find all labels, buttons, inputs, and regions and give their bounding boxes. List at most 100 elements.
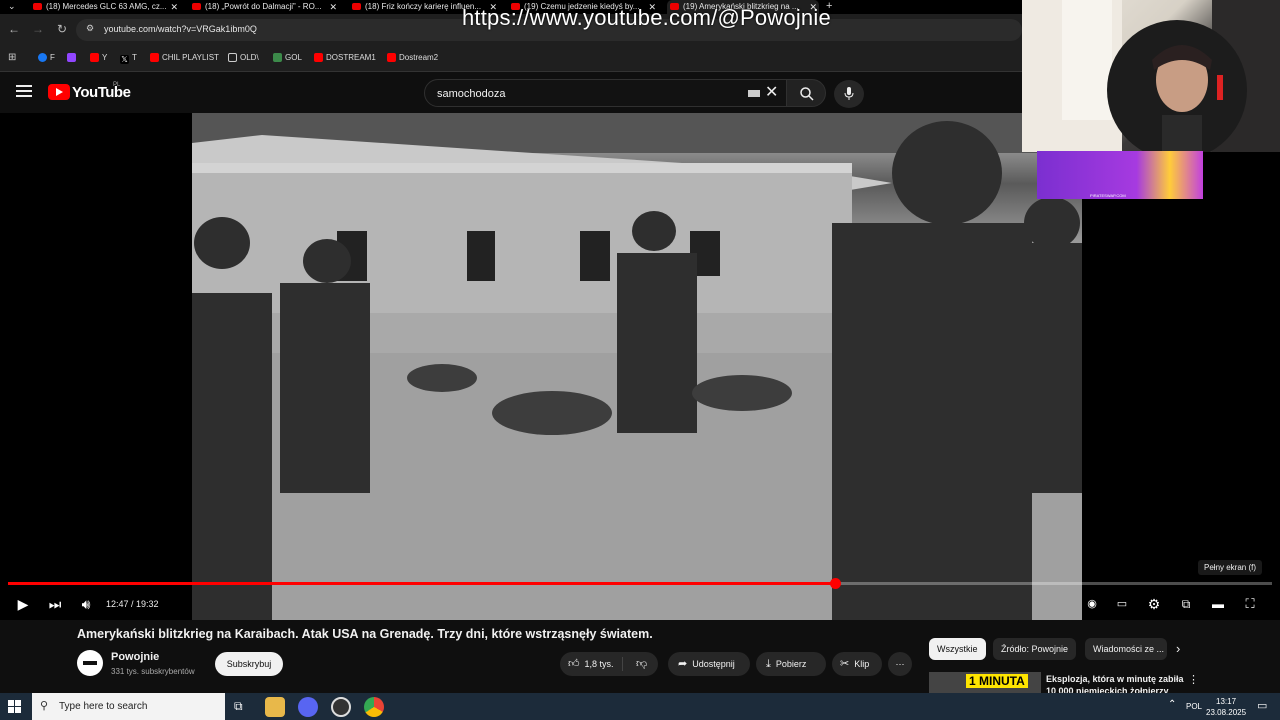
keyboard-icon[interactable] (748, 90, 760, 97)
youtube-favicon-icon (192, 3, 201, 10)
youtube-icon (150, 53, 159, 62)
reload-icon[interactable]: ↻ (54, 22, 70, 36)
folder-icon (228, 53, 237, 62)
gol-icon (273, 53, 282, 62)
clear-search-icon[interactable]: ✕ (765, 82, 778, 102)
browser-tab[interactable]: (18) „Powrót do Dalmacji” - RO... ✕ (189, 0, 339, 14)
bookmark-item[interactable] (67, 53, 79, 62)
bookmark-item[interactable]: Y (90, 53, 107, 62)
bookmark-label: GOL (285, 53, 302, 62)
thumbs-down-icon: 👎︎ (636, 658, 648, 670)
sponsor-caption: PIRATESWAP.COM (1090, 193, 1126, 198)
menu-hamburger-icon[interactable] (16, 85, 32, 97)
bookmark-label: OLD\ (240, 53, 259, 62)
chip-news[interactable]: Wiadomości ze ... (1085, 638, 1167, 660)
youtube-favicon-icon (352, 3, 361, 10)
bookmark-label: F (50, 53, 55, 62)
channel-name[interactable]: Powojnie (111, 651, 159, 663)
more-vert-icon[interactable]: ⋮ (1188, 673, 1199, 686)
like-button[interactable]: 👍︎ 1,8 tys. (568, 658, 614, 670)
streamer-webcam-image (1022, 0, 1280, 152)
youtube-logo-text[interactable]: YouTube (72, 84, 131, 101)
player-controls: ▶ ⏭ 🔊︎ 12:47 / 19:32 ◉ ▭ ⚙ ⧉ ▬ ⛶ (0, 591, 1280, 619)
bookmark-item[interactable]: F (38, 53, 55, 62)
youtube-logo-icon[interactable] (48, 84, 70, 100)
recommendation-title[interactable]: Eksplozja, która w minutę zabiła 10 000 … (1046, 673, 1186, 693)
download-button[interactable]: ⤓ Pobierz (756, 652, 826, 676)
bookmark-label: Dostream2 (399, 53, 439, 62)
search-input-value: samochodoza (437, 88, 506, 100)
like-dislike-group: 👍︎ 1,8 tys. 👎︎ (560, 652, 658, 676)
bookmark-item[interactable]: CHIL PLAYLIST (150, 53, 219, 62)
sponsor-banner-image (1037, 151, 1203, 199)
dislike-button[interactable]: 👎︎ (636, 652, 652, 676)
browser-tab[interactable]: (18) Mercedes GLC 63 AMG, cz... ✕ (30, 0, 180, 14)
tab-label: (18) „Powrót do Dalmacji” - RO... (205, 2, 322, 11)
twitch-icon (67, 53, 76, 62)
fullscreen-icon[interactable]: ⛶ (1238, 593, 1262, 615)
input-language[interactable]: POL (1186, 702, 1202, 711)
voice-search-button[interactable] (834, 80, 864, 108)
progress-bar[interactable] (8, 578, 1272, 589)
task-view-icon[interactable]: ⧉ (234, 699, 243, 714)
search-input[interactable]: samochodoza (424, 79, 792, 107)
youtube-favicon-icon (33, 3, 42, 10)
tab-list-dropdown-icon[interactable]: ⌄ (8, 1, 16, 12)
like-count: 1,8 tys. (584, 659, 614, 669)
miniplayer-icon[interactable]: ⧉ (1174, 593, 1198, 615)
back-arrow-icon[interactable]: ← (6, 22, 22, 36)
chip-source[interactable]: Źródło: Powojnie (993, 638, 1077, 660)
volume-icon[interactable]: 🔊︎ (74, 593, 98, 615)
share-arrow-icon: ➦ (678, 658, 688, 670)
bookmark-item[interactable]: GOL (273, 53, 302, 62)
windows-start-icon[interactable] (8, 700, 22, 714)
video-title: Amerykański blitzkrieg na Karaibach. Ata… (77, 627, 653, 641)
file-explorer-icon[interactable] (265, 697, 285, 717)
channel-url-watermark: https://www.youtube.com/@Powojnie (462, 5, 831, 30)
clock-date: 23.08.2025 (1206, 708, 1247, 717)
subscribe-button[interactable]: Subskrybuj (215, 652, 283, 676)
microphone-icon (844, 87, 854, 100)
close-tab-icon[interactable]: ✕ (329, 0, 337, 14)
next-video-icon[interactable]: ⏭ (43, 593, 67, 615)
forward-arrow-icon[interactable]: → (30, 22, 46, 36)
share-button[interactable]: ➦ Udostępnij (668, 652, 750, 676)
taskbar-search-placeholder: Type here to search (59, 701, 148, 712)
subtitles-icon[interactable]: ▭ (1110, 593, 1134, 615)
search-icon: ⚲ (40, 700, 49, 712)
notifications-icon[interactable]: ▭ (1257, 699, 1267, 712)
windows-taskbar: ⚲ Type here to search ⧉ ⌃ POL 13:17 23.0… (0, 693, 1280, 720)
video-frame[interactable] (192, 113, 1082, 620)
bookmark-item[interactable]: DOSTREAM1 (314, 53, 376, 62)
bookmark-item[interactable]: 𝕏T (120, 53, 137, 64)
taskbar-search-input[interactable]: ⚲ Type here to search (32, 693, 225, 720)
thumbs-up-icon: 👍︎ (568, 658, 580, 670)
chip-all[interactable]: Wszystkie (929, 638, 986, 660)
obs-icon[interactable] (331, 697, 351, 717)
search-button[interactable] (786, 79, 826, 107)
chevron-right-icon[interactable]: › (1176, 641, 1180, 656)
share-label: Udostępnij (692, 659, 735, 669)
bookmark-label: DOSTREAM1 (326, 53, 376, 62)
autoplay-toggle-icon[interactable]: ◉ (1080, 593, 1104, 615)
clip-button[interactable]: ✂ Klip (832, 652, 882, 676)
bookmark-folder[interactable]: OLD\ (228, 53, 259, 62)
site-info-icon[interactable]: ⚙ (86, 23, 94, 34)
close-tab-icon[interactable]: ✕ (170, 0, 178, 14)
play-icon[interactable]: ▶ (11, 593, 35, 615)
bookmark-item[interactable]: Dostream2 (387, 53, 438, 62)
theater-mode-icon[interactable]: ▬ (1206, 593, 1230, 615)
apps-grid-icon[interactable]: ⊞ (8, 52, 16, 63)
chevron-up-icon[interactable]: ⌃ (1168, 699, 1176, 710)
system-clock[interactable]: 13:17 23.08.2025 (1206, 696, 1246, 718)
chrome-icon[interactable] (364, 697, 384, 717)
facebook-icon (38, 53, 47, 62)
clip-label: Klip (854, 659, 870, 669)
youtube-icon (387, 53, 396, 62)
settings-gear-icon[interactable]: ⚙ (1142, 593, 1166, 615)
channel-avatar[interactable] (77, 650, 103, 676)
discord-icon[interactable] (298, 697, 318, 717)
bookmark-label: CHIL PLAYLIST (162, 53, 219, 62)
more-actions-button[interactable]: ⋯ (888, 652, 912, 676)
webcam-overlay (1022, 0, 1280, 152)
